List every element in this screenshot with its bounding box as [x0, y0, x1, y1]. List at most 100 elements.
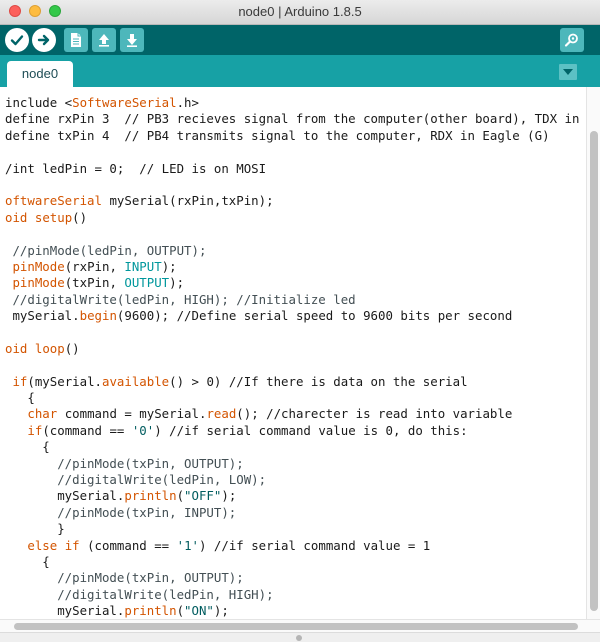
code-token: '0'	[131, 422, 155, 438]
code-line[interactable]: }	[5, 521, 600, 537]
verify-button[interactable]	[5, 28, 29, 52]
code-token: "OFF"	[184, 488, 222, 504]
code-token: (9600); //Define serial speed to 9600 bi…	[116, 308, 513, 324]
code-token: read	[206, 406, 237, 422]
open-sketch-button[interactable]	[92, 28, 116, 52]
vertical-scrollbar[interactable]	[586, 87, 600, 619]
code-token: {	[5, 553, 50, 569]
code-token: mySerial(rxPin,txPin);	[101, 193, 274, 209]
upload-button[interactable]	[32, 28, 56, 52]
code-line[interactable]	[5, 177, 600, 193]
code-line[interactable]: //digitalWrite(ledPin, HIGH); //Initiali…	[5, 292, 600, 308]
code-line[interactable]: //pinMode(ledPin, OUTPUT);	[5, 243, 600, 259]
code-token: INPUT	[124, 258, 162, 274]
code-token: begin	[79, 308, 117, 324]
code-token: );	[221, 488, 237, 504]
code-token: pinMode	[12, 258, 65, 274]
tab-menu-button[interactable]	[559, 64, 577, 80]
code-line[interactable]: //pinMode(txPin, OUTPUT);	[5, 570, 600, 586]
code-line[interactable]	[5, 144, 600, 160]
code-token: ) //if serial command value is 0, do thi…	[154, 422, 468, 438]
code-token: SoftwareSerial	[72, 95, 177, 110]
code-line[interactable]	[5, 226, 600, 242]
code-line[interactable]: oid setup()	[5, 210, 600, 226]
new-file-icon	[71, 33, 81, 47]
code-token: println	[124, 603, 177, 619]
code-token: oid	[5, 340, 28, 356]
save-sketch-button[interactable]	[120, 28, 144, 52]
code-token: ()	[64, 340, 80, 356]
code-token: (	[176, 603, 185, 619]
code-line[interactable]: define rxPin 3 // PB3 recieves signal fr…	[5, 111, 600, 127]
code-text[interactable]: include <SoftwareSerial.h> define rxPin 3…	[5, 95, 600, 620]
code-token: (	[176, 488, 185, 504]
code-token: else	[27, 537, 58, 553]
code-line[interactable]: else if (command == '1') //if serial com…	[5, 538, 600, 554]
code-token: define rxPin 3 // PB3 recieves signal fr…	[5, 111, 600, 127]
code-token: ) //if serial command value = 1	[199, 537, 431, 553]
resize-grip-icon[interactable]	[296, 635, 302, 641]
code-line[interactable]: {	[5, 439, 600, 455]
tab-strip: node0	[0, 55, 600, 87]
code-line[interactable]: if(mySerial.available() > 0) //If there …	[5, 374, 600, 390]
arduino-window: node0 | Arduino 1.8.5 node0 include <Sof…	[0, 0, 600, 642]
code-token: (command ==	[79, 537, 177, 553]
code-line[interactable]: /int ledPin = 0; // LED is on MOSI	[5, 161, 600, 177]
code-token: () > 0) //If there is data on the serial	[169, 373, 468, 389]
code-token: );	[161, 258, 177, 274]
horizontal-scroll-thumb[interactable]	[14, 623, 578, 630]
editor-resize-bar[interactable]	[0, 632, 600, 642]
code-line[interactable]: //digitalWrite(ledPin, LOW);	[5, 472, 600, 488]
code-line[interactable]: pinMode(rxPin, INPUT);	[5, 259, 600, 275]
code-token: pinMode	[12, 275, 65, 291]
code-line[interactable]: //pinMode(txPin, OUTPUT);	[5, 456, 600, 472]
code-token: /int ledPin = 0; // LED is on MOSI	[5, 160, 267, 176]
code-token: (); //charecter is read into variable	[236, 406, 513, 422]
code-token: mySerial.	[5, 603, 125, 619]
code-line[interactable]: {	[5, 554, 600, 570]
code-token: {	[5, 390, 35, 406]
code-line[interactable]: //pinMode(txPin, INPUT);	[5, 505, 600, 521]
code-token: mySerial.	[5, 308, 80, 324]
code-line[interactable]	[5, 357, 600, 373]
title-bar[interactable]: node0 | Arduino 1.8.5	[0, 0, 600, 25]
tab-node0[interactable]: node0	[7, 61, 73, 87]
code-token: available	[102, 373, 170, 389]
triangle-down-icon	[563, 68, 573, 75]
code-line[interactable]: pinMode(txPin, OUTPUT);	[5, 275, 600, 291]
serial-monitor-button[interactable]	[560, 28, 584, 52]
arrow-right-icon	[37, 34, 50, 46]
code-token: //pinMode(txPin, OUTPUT);	[5, 570, 244, 586]
code-line[interactable]	[5, 324, 600, 340]
code-line[interactable]: include <SoftwareSerial.h>	[5, 95, 600, 111]
horizontal-scrollbar[interactable]	[0, 619, 600, 632]
code-token: (command ==	[42, 422, 132, 438]
new-sketch-button[interactable]	[64, 28, 88, 52]
code-token: oid	[5, 209, 28, 225]
code-line[interactable]: define txPin 4 // PB4 transmits signal t…	[5, 128, 600, 144]
toolbar	[0, 25, 600, 55]
code-line[interactable]: mySerial.println("OFF");	[5, 488, 600, 504]
code-line[interactable]: mySerial.println("ON");	[5, 603, 600, 619]
code-line[interactable]: //digitalWrite(ledPin, HIGH);	[5, 587, 600, 603]
code-line[interactable]: {	[5, 390, 600, 406]
code-token: if	[12, 373, 28, 389]
code-line[interactable]: oid loop()	[5, 341, 600, 357]
code-token: .h>	[176, 95, 199, 110]
code-line[interactable]: oftwareSerial mySerial(rxPin,txPin);	[5, 193, 600, 209]
code-token: println	[124, 488, 177, 504]
vertical-scroll-thumb[interactable]	[590, 131, 598, 611]
code-token: char	[27, 406, 58, 422]
code-line[interactable]: mySerial.begin(9600); //Define serial sp…	[5, 308, 600, 324]
code-line[interactable]: char command = mySerial.read(); //charec…	[5, 406, 600, 422]
code-editor[interactable]: include <SoftwareSerial.h> define rxPin 3…	[0, 87, 600, 619]
checkmark-icon	[10, 35, 24, 46]
window-title: node0 | Arduino 1.8.5	[238, 4, 362, 19]
code-token: include <	[5, 95, 73, 110]
code-line[interactable]: if(command == '0') //if serial command v…	[5, 423, 600, 439]
code-token: //digitalWrite(ledPin, HIGH);	[5, 586, 274, 602]
